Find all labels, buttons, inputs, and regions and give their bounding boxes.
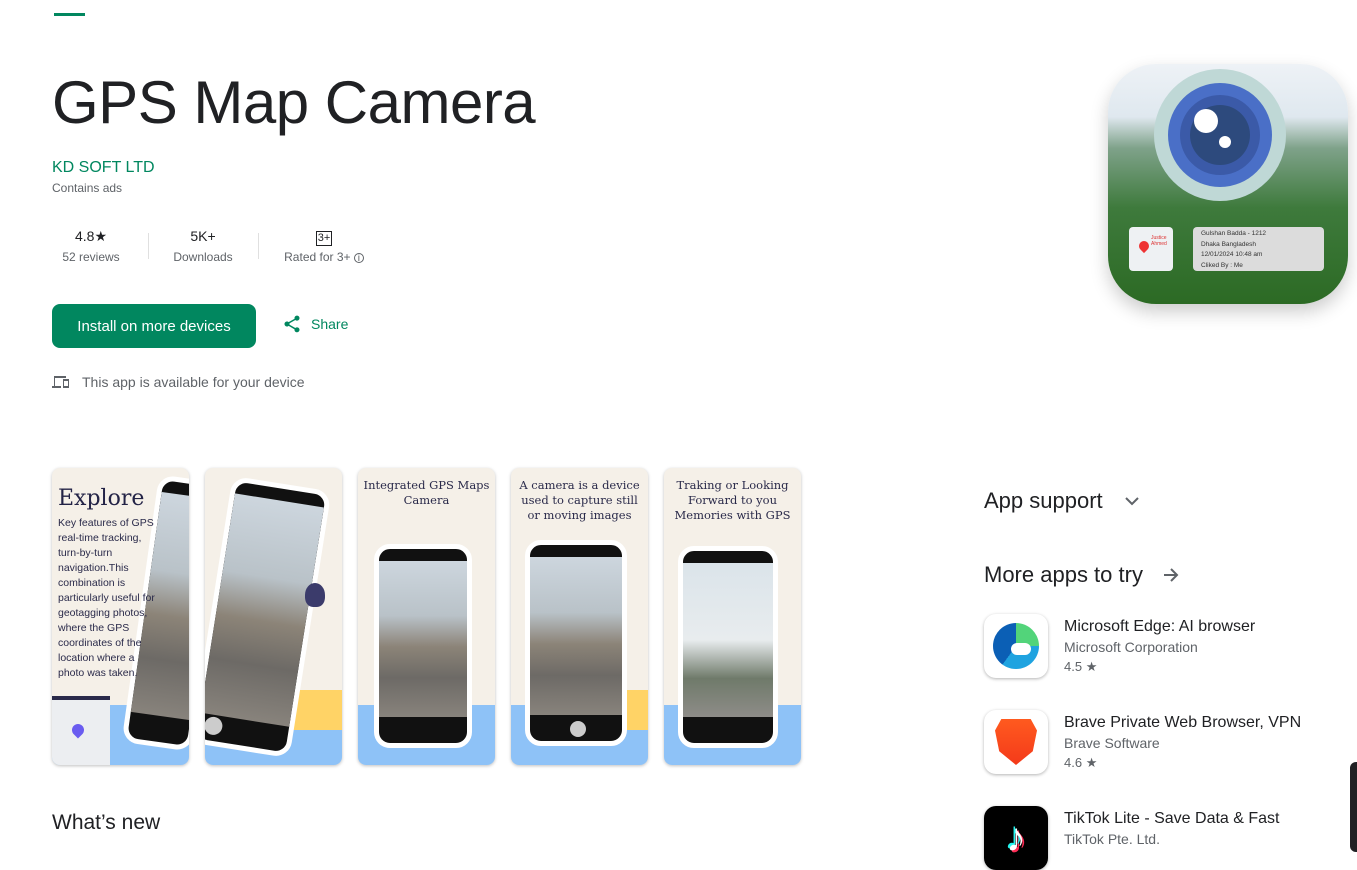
screenshot-1[interactable]: Explore Key features of GPS real-time tr… bbox=[52, 468, 189, 765]
availability-note: This app is available for your device bbox=[52, 374, 305, 390]
screenshot-5[interactable]: Traking or Looking Forward to you Memori… bbox=[664, 468, 801, 765]
rating-badge-icon: 3+ bbox=[315, 231, 333, 246]
rating-stat: 4.8★ 52 reviews bbox=[62, 228, 120, 264]
chevron-down-icon bbox=[1124, 496, 1139, 505]
tiktok-icon: ♪ bbox=[984, 806, 1048, 870]
brave-icon bbox=[984, 710, 1048, 774]
content-rating-stat: 3+ Rated for 3+ i bbox=[278, 228, 370, 264]
location-overlay: Gulshan Badda - 1212 Dhaka Bangladesh 12/0… bbox=[1193, 227, 1324, 271]
downloads-stat: 5K+ Downloads bbox=[173, 228, 233, 264]
screenshot-4[interactable]: A camera is a device used to capture sti… bbox=[511, 468, 648, 765]
screenshot-2[interactable] bbox=[205, 468, 342, 765]
side-panel-handle[interactable] bbox=[1350, 762, 1357, 852]
arrow-right-icon bbox=[1163, 568, 1179, 582]
divider bbox=[258, 233, 259, 259]
screenshot-3[interactable]: Integrated GPS Maps Camera bbox=[358, 468, 495, 765]
info-icon[interactable]: i bbox=[353, 253, 364, 264]
app-card-tiktok[interactable]: ♪ TikTok Lite - Save Data & Fast TikTok P… bbox=[984, 806, 1279, 870]
install-button[interactable]: Install on more devices bbox=[52, 304, 256, 348]
share-icon bbox=[284, 315, 300, 333]
app-title: GPS Map Camera bbox=[52, 69, 536, 136]
devices-icon bbox=[52, 376, 69, 388]
app-support-toggle[interactable]: App support bbox=[984, 488, 1139, 514]
star-icon: ★ bbox=[1085, 659, 1098, 674]
star-icon: ★ bbox=[1085, 755, 1098, 770]
divider bbox=[148, 233, 149, 259]
app-icon: Justice Ahmed Gulshan Badda - 1212 Dhaka … bbox=[1108, 64, 1348, 304]
share-button[interactable]: Share bbox=[282, 314, 348, 334]
whats-new-heading: What’s new bbox=[52, 811, 161, 834]
app-card-brave[interactable]: Brave Private Web Browser, VPN Brave Soft… bbox=[984, 710, 1301, 774]
developer-link[interactable]: KD SOFT LTD bbox=[52, 159, 155, 177]
more-apps-link[interactable]: More apps to try bbox=[984, 562, 1179, 588]
contains-ads: Contains ads bbox=[52, 181, 123, 195]
edge-icon bbox=[984, 614, 1048, 678]
map-thumb: Justice Ahmed bbox=[1129, 227, 1173, 271]
tab-indicator bbox=[54, 13, 85, 16]
app-card-edge[interactable]: Microsoft Edge: AI browser Microsoft Corp… bbox=[984, 614, 1255, 678]
